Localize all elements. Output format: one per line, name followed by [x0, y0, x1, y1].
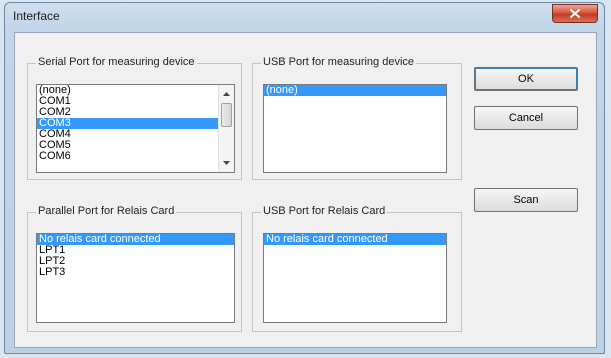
close-icon: [570, 9, 580, 18]
usb-relais-listbox[interactable]: No relais card connected: [263, 233, 447, 323]
scroll-thumb[interactable]: [221, 103, 232, 127]
scroll-up-arrow[interactable]: [219, 87, 234, 101]
dialog-client-area: Serial Port for measuring device (none) C…: [14, 32, 597, 348]
title-bar[interactable]: Interface: [5, 3, 604, 29]
usb-relais-group-label: USB Port for Relais Card: [261, 205, 388, 217]
scroll-down-arrow[interactable]: [219, 156, 234, 170]
usb-relais-items: No relais card connected: [264, 234, 446, 245]
window-title: Interface: [13, 9, 60, 23]
close-button[interactable]: [552, 4, 598, 23]
serial-port-scrollbar[interactable]: [218, 85, 234, 172]
cancel-button[interactable]: Cancel: [474, 106, 578, 130]
list-item[interactable]: LPT3: [37, 267, 234, 278]
serial-port-group-label: Serial Port for measuring device: [36, 56, 197, 68]
serial-port-items: (none) COM1 COM2 COM3 COM4 COM5 COM6: [37, 85, 234, 162]
parallel-port-listbox[interactable]: No relais card connected LPT1 LPT2 LPT3: [36, 233, 235, 323]
usb-device-items: (none): [264, 85, 446, 96]
interface-dialog: Interface Serial Port for measuring devi…: [4, 2, 605, 354]
usb-device-listbox[interactable]: (none): [263, 84, 447, 173]
list-item[interactable]: LPT1: [37, 245, 234, 256]
usb-device-group-label: USB Port for measuring device: [261, 56, 417, 68]
list-item[interactable]: LPT2: [37, 256, 234, 267]
arrow-down-icon: [223, 161, 230, 165]
list-item[interactable]: COM6: [37, 151, 234, 162]
parallel-port-items: No relais card connected LPT1 LPT2 LPT3: [37, 234, 234, 278]
parallel-port-group: Parallel Port for Relais Card No relais …: [27, 205, 242, 332]
serial-port-listbox[interactable]: (none) COM1 COM2 COM3 COM4 COM5 COM6: [36, 84, 235, 173]
serial-port-group: Serial Port for measuring device (none) C…: [27, 56, 242, 180]
arrow-up-icon: [223, 92, 230, 96]
parallel-port-group-label: Parallel Port for Relais Card: [36, 205, 177, 217]
scan-button[interactable]: Scan: [474, 188, 578, 212]
ok-button[interactable]: OK: [474, 67, 578, 91]
usb-relais-group: USB Port for Relais Card No relais card …: [252, 205, 462, 332]
list-item[interactable]: (none): [264, 85, 446, 96]
list-item[interactable]: No relais card connected: [37, 234, 234, 245]
usb-device-group: USB Port for measuring device (none): [252, 56, 462, 180]
list-item[interactable]: No relais card connected: [264, 234, 446, 245]
